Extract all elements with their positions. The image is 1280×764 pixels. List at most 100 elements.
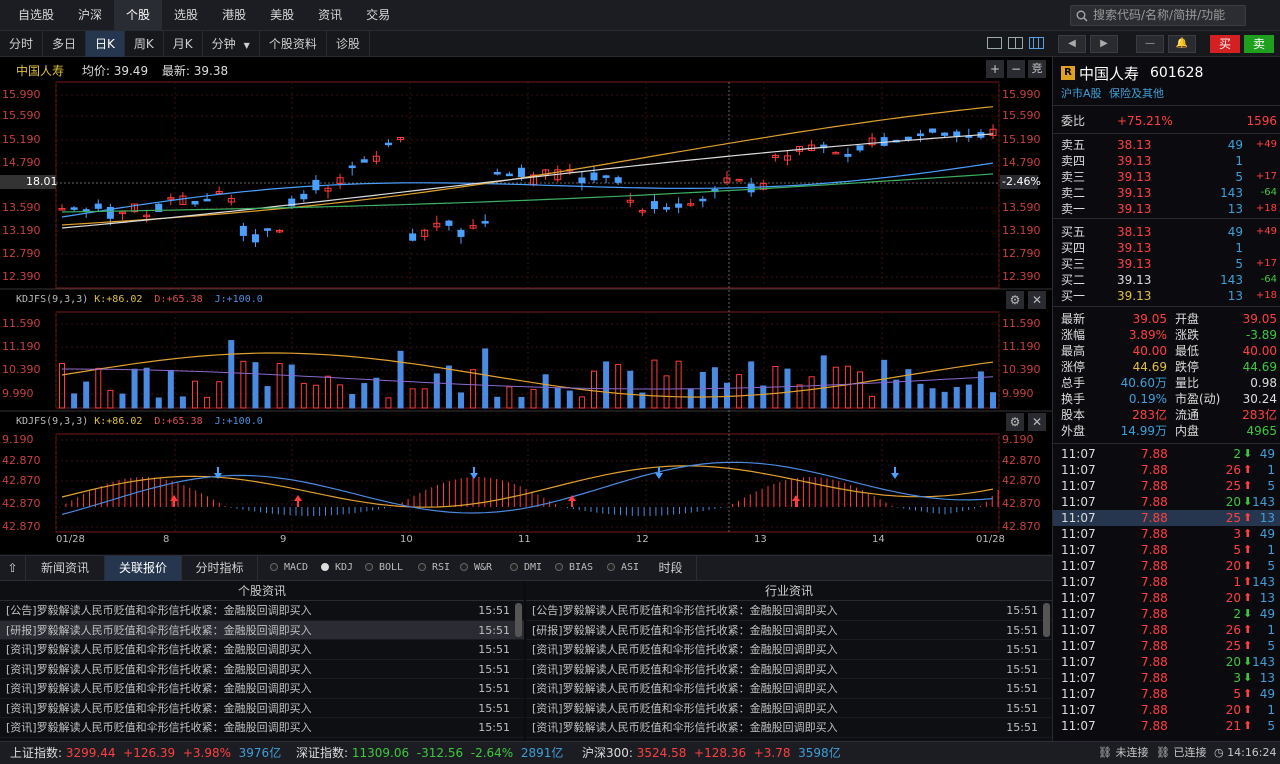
stock-news-scrollbar[interactable] xyxy=(515,603,522,637)
minimize-button[interactable]: — xyxy=(1136,35,1164,53)
tick-row[interactable]: 11:07 7.88 21 ⬆ 5 xyxy=(1053,718,1280,734)
news-row[interactable]: [资讯]罗毅解读人民币贬值和伞形信托收紧：金融股回调即买入 15:51 xyxy=(0,679,524,699)
bid-row[interactable]: 买三 39.13 5 +17 xyxy=(1053,256,1280,272)
indicator-radio[interactable]: BOLL xyxy=(365,562,403,573)
layout-single-icon[interactable] xyxy=(987,37,1002,49)
tick-row[interactable]: 11:07 7.88 20 ⬇ 143 xyxy=(1053,494,1280,510)
news-row[interactable]: [公告]罗毅解读人民币贬值和伞形信托收紧：金融股回调即买入 15:51 xyxy=(0,601,524,621)
news-row[interactable]: [公告]罗毅解读人民币贬值和伞形信托收紧：金融股回调即买入 15:51 xyxy=(526,601,1052,621)
sz-index[interactable]: 深证指数: 11309.06 -312.56 -2.64% 2891亿 xyxy=(296,742,563,764)
stock-sector[interactable]: 保险及其他 xyxy=(1109,85,1164,101)
news-row[interactable]: [资讯]罗毅解读人民币贬值和伞形信托收紧：金融股回调即买入 15:51 xyxy=(526,718,1052,738)
sell-button[interactable]: 卖 xyxy=(1244,35,1274,53)
bid-row[interactable]: 买二 39.13 143 -64 xyxy=(1053,272,1280,288)
period-tab[interactable]: 日K xyxy=(86,31,125,57)
ask-row[interactable]: 卖四 39.13 1 xyxy=(1053,153,1280,169)
nav-item[interactable]: 个股 xyxy=(114,0,163,31)
compare-button[interactable]: 竞 xyxy=(1028,60,1046,78)
hs300-index[interactable]: 沪深300: 3524.58 +128.36 +3.78 3598亿 xyxy=(582,742,841,764)
period-tab[interactable]: 月K xyxy=(164,31,203,57)
collapse-up-icon[interactable]: ⇧ xyxy=(0,556,26,581)
indicator-radio[interactable]: W&R xyxy=(460,562,492,573)
layout-triple-icon[interactable] xyxy=(1029,37,1044,49)
kline-chart-area[interactable]: 中国人寿 均价: 39.49 最新: 39.38 + − 竞 KDJFS(9,3… xyxy=(0,57,1052,554)
period-tab[interactable]: 周K xyxy=(125,31,164,57)
tick-row[interactable]: 11:07 7.88 20 ⬆ 13 xyxy=(1053,590,1280,606)
indicator-radio[interactable]: RSI xyxy=(418,562,450,573)
nav-item[interactable]: 沪深 xyxy=(66,0,114,31)
ask-row[interactable]: 卖二 39.13 143 -64 xyxy=(1053,185,1280,201)
pane3-close-icon[interactable]: ✕ xyxy=(1028,413,1046,431)
connection-1[interactable]: ⛓ 未连接 xyxy=(1098,742,1148,764)
next-stock-button[interactable]: ▶ xyxy=(1090,35,1118,53)
tick-row[interactable]: 11:07 7.88 5 ⬆ 49 xyxy=(1053,686,1280,702)
tick-row[interactable]: 11:07 7.88 26 ⬆ 1 xyxy=(1053,462,1280,478)
buy-button[interactable]: 买 xyxy=(1210,35,1240,53)
zoom-in-button[interactable]: + xyxy=(986,60,1004,78)
bid-row[interactable]: 买一 39.13 13 +18 xyxy=(1053,288,1280,304)
alert-bell-button[interactable]: 🔔 xyxy=(1168,35,1196,53)
indicator-radio[interactable]: ASI xyxy=(607,562,639,573)
tick-row[interactable]: 11:07 7.88 20 ⬇ 143 xyxy=(1053,654,1280,670)
news-row[interactable]: [资讯]罗毅解读人民币贬值和伞形信托收紧：金融股回调即买入 15:51 xyxy=(526,699,1052,718)
kline-chart-svg[interactable] xyxy=(0,57,1052,554)
layout-split-icon[interactable] xyxy=(1008,37,1023,49)
period-tab[interactable]: 个股资料 xyxy=(260,31,327,57)
bottom-tab[interactable]: 分时指标 xyxy=(182,556,258,581)
indicator-radio[interactable]: MACD xyxy=(270,562,308,573)
pane3-settings-icon[interactable]: ⚙ xyxy=(1006,413,1024,431)
tick-row[interactable]: 11:07 7.88 25 ⬆ 5 xyxy=(1053,478,1280,494)
news-row[interactable]: [研报]罗毅解读人民币贬值和伞形信托收紧：金融股回调即买入 15:51 xyxy=(526,621,1052,640)
indicator-radio[interactable]: KDJ xyxy=(321,562,353,573)
ask-row[interactable]: 卖一 39.13 13 +18 xyxy=(1053,201,1280,217)
nav-item[interactable]: 自选股 xyxy=(6,0,66,31)
tick-row[interactable]: 11:07 7.88 20 ⬆ 5 xyxy=(1053,558,1280,574)
ask-row[interactable]: 卖五 38.13 49 +49 xyxy=(1053,137,1280,153)
tick-row[interactable]: 11:07 7.88 20 ⬆ 1 xyxy=(1053,702,1280,718)
period-tab[interactable]: 分钟 ▼ xyxy=(203,31,260,57)
news-row[interactable]: [资讯]罗毅解读人民币贬值和伞形信托收紧：金融股回调即买入 15:51 xyxy=(526,660,1052,679)
period-tab[interactable]: 多日 xyxy=(43,31,87,57)
zoom-out-button[interactable]: − xyxy=(1007,60,1025,78)
nav-item[interactable]: 美股 xyxy=(258,0,306,31)
news-row[interactable]: [资讯]罗毅解读人民币贬值和伞形信托收紧：金融股回调即买入 15:51 xyxy=(0,640,524,660)
tick-row[interactable]: 11:07 7.88 25 ⬆ 13 xyxy=(1053,510,1280,526)
news-row[interactable]: [资讯]罗毅解读人民币贬值和伞形信托收紧：金融股回调即买入 15:51 xyxy=(526,679,1052,699)
period-tab[interactable]: 诊股 xyxy=(327,31,370,57)
ask-row[interactable]: 卖三 39.13 5 +17 xyxy=(1053,169,1280,185)
nav-item[interactable]: 资讯 xyxy=(306,0,354,31)
nav-item[interactable]: 交易 xyxy=(354,0,402,31)
pane2-settings-icon[interactable]: ⚙ xyxy=(1006,291,1024,309)
pane2-close-icon[interactable]: ✕ xyxy=(1028,291,1046,309)
news-row[interactable]: [资讯]罗毅解读人民币贬值和伞形信托收紧：金融股回调即买入 15:51 xyxy=(0,718,524,738)
bottom-tab[interactable]: 新闻资讯 xyxy=(26,556,105,581)
tick-row[interactable]: 11:07 7.88 26 ⬆ 1 xyxy=(1053,622,1280,638)
news-row[interactable]: [研报]罗毅解读人民币贬值和伞形信托收紧：金融股回调即买入 15:51 xyxy=(0,620,524,640)
bottom-tab[interactable]: 时段 xyxy=(645,556,697,581)
tick-row[interactable]: 11:07 7.88 1 ⬆ 143 xyxy=(1053,574,1280,590)
bid-row[interactable]: 买四 39.13 1 xyxy=(1053,240,1280,256)
search-input[interactable]: 搜索代码/名称/简拼/功能 xyxy=(1070,5,1246,26)
tick-row[interactable]: 11:07 7.88 5 ⬆ 1 xyxy=(1053,542,1280,558)
nav-item[interactable]: 选股 xyxy=(162,0,210,31)
bottom-tab[interactable]: 关联报价 xyxy=(105,556,182,581)
tick-row[interactable]: 11:07 7.88 3 ⬇ 13 xyxy=(1053,670,1280,686)
nav-item[interactable]: 港股 xyxy=(210,0,258,31)
tick-row[interactable]: 11:07 7.88 2 ⬇ 49 xyxy=(1053,606,1280,622)
period-tab[interactable]: 分时 xyxy=(0,31,44,57)
news-row[interactable]: [资讯]罗毅解读人民币贬值和伞形信托收紧：金融股回调即买入 15:51 xyxy=(0,660,524,679)
tick-row[interactable]: 11:07 7.88 2 ⬇ 49 xyxy=(1053,446,1280,462)
sh-index[interactable]: 上证指数: 3299.44 +126.39 +3.98% 3976亿 xyxy=(10,742,281,764)
tick-row[interactable]: 11:07 7.88 3 ⬆ 49 xyxy=(1053,526,1280,542)
legend-j: J:+100.0 xyxy=(214,294,263,305)
indicator-radio[interactable]: DMI xyxy=(510,562,542,573)
industry-news-scrollbar[interactable] xyxy=(1043,603,1050,637)
indicator-radio[interactable]: BIAS xyxy=(555,562,593,573)
connection-2[interactable]: ⛓ 已连接 xyxy=(1156,742,1206,764)
prev-stock-button[interactable]: ◀ xyxy=(1058,35,1086,53)
news-row[interactable]: [资讯]罗毅解读人民币贬值和伞形信托收紧：金融股回调即买入 15:51 xyxy=(0,699,524,718)
bid-row[interactable]: 买五 38.13 49 +49 xyxy=(1053,224,1280,240)
stock-market[interactable]: 沪市A股 xyxy=(1061,85,1102,101)
tick-row[interactable]: 11:07 7.88 25 ⬆ 5 xyxy=(1053,638,1280,654)
news-row[interactable]: [资讯]罗毅解读人民币贬值和伞形信托收紧：金融股回调即买入 15:51 xyxy=(526,640,1052,660)
